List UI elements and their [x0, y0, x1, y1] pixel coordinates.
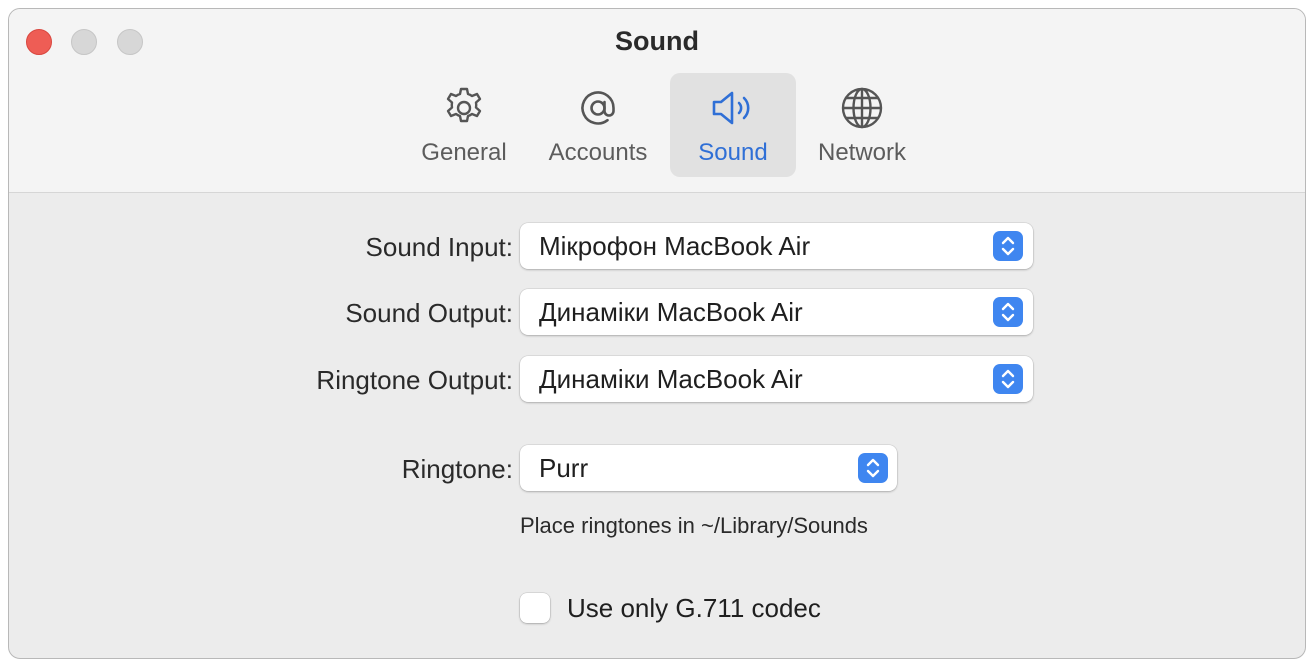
sound-input-label: Sound Input: [365, 232, 513, 262]
tab-network[interactable]: Network [807, 73, 917, 177]
globe-icon [807, 85, 917, 131]
g711-checkbox-label[interactable]: Use only G.711 codec [567, 593, 821, 624]
sound-output-value: Динаміки MacBook Air [539, 297, 803, 327]
chevron-updown-icon [993, 231, 1023, 261]
ringtone-output-select[interactable]: Динаміки MacBook Air [520, 356, 1033, 402]
chevron-updown-icon [858, 453, 888, 483]
chevron-updown-icon [993, 364, 1023, 394]
tab-sound-label: Sound [698, 139, 768, 166]
g711-checkbox[interactable] [520, 593, 550, 623]
chevron-updown-icon [993, 297, 1023, 327]
preferences-window: Sound General Accounts Sound Network Sou… [8, 8, 1306, 659]
ringtone-hint: Place ringtones in ~/Library/Sounds [520, 513, 868, 538]
ringtone-value: Purr [539, 453, 589, 483]
at-sign-icon [537, 85, 659, 131]
sound-input-select[interactable]: Мікрофон MacBook Air [520, 223, 1033, 269]
sound-output-label: Sound Output: [345, 298, 513, 328]
ringtone-output-label: Ringtone Output: [316, 365, 513, 395]
ringtone-output-value: Динаміки MacBook Air [539, 364, 803, 394]
gear-icon [409, 85, 519, 131]
tab-network-label: Network [817, 139, 907, 166]
speaker-icon [670, 85, 796, 131]
tab-accounts-label: Accounts [548, 139, 648, 166]
toolbar: Sound General Accounts Sound Network [9, 9, 1305, 193]
tab-sound[interactable]: Sound [670, 73, 796, 177]
tab-accounts[interactable]: Accounts [537, 73, 659, 177]
window-title: Sound [615, 26, 699, 56]
ringtone-select[interactable]: Purr [520, 445, 897, 491]
tab-general[interactable]: General [409, 73, 519, 177]
tab-general-label: General [421, 139, 507, 166]
sound-input-value: Мікрофон MacBook Air [539, 231, 811, 261]
sound-output-select[interactable]: Динаміки MacBook Air [520, 289, 1033, 335]
ringtone-label: Ringtone: [401, 454, 513, 484]
